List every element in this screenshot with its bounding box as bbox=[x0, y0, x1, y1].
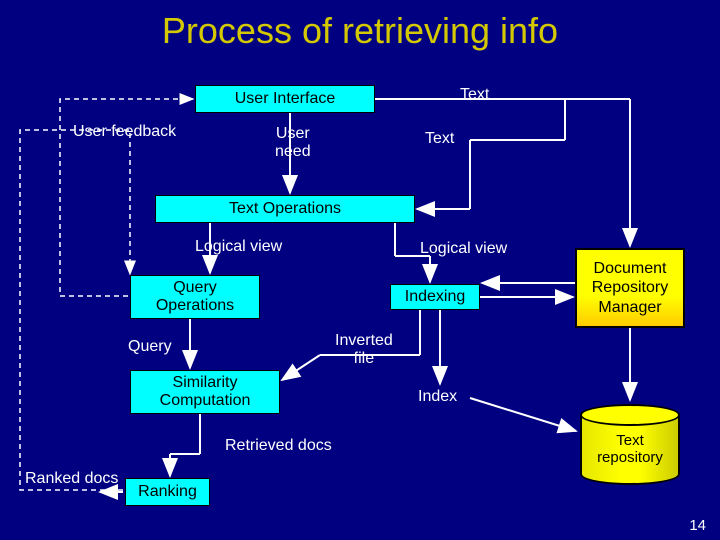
label-logical-view-left: Logical view bbox=[195, 238, 282, 256]
box-text-operations: Text Operations bbox=[155, 195, 415, 223]
cylinder-text-repository: Text repository bbox=[580, 415, 680, 485]
label-query: Query bbox=[128, 338, 172, 356]
label-index: Index bbox=[418, 388, 457, 406]
label-inverted-file: Inverted file bbox=[335, 332, 393, 368]
label-text-top: Text bbox=[460, 86, 489, 104]
box-ranking: Ranking bbox=[125, 478, 210, 506]
label-user-feedback: User feedback bbox=[73, 123, 176, 141]
box-user-interface: User Interface bbox=[195, 85, 375, 113]
label-user-need: User need bbox=[275, 125, 311, 161]
label-logical-view-right: Logical view bbox=[420, 240, 507, 258]
page-number: 14 bbox=[689, 517, 706, 534]
box-similarity-computation: Similarity Computation bbox=[130, 370, 280, 414]
page-title: Process of retrieving info bbox=[162, 10, 558, 52]
label-text-right: Text bbox=[425, 130, 454, 148]
box-document-repository-manager: Document Repository Manager bbox=[575, 248, 685, 328]
box-query-operations: Query Operations bbox=[130, 275, 260, 319]
box-indexing: Indexing bbox=[390, 284, 480, 310]
label-ranked-docs: Ranked docs bbox=[25, 470, 118, 488]
label-retrieved-docs: Retrieved docs bbox=[225, 437, 332, 455]
